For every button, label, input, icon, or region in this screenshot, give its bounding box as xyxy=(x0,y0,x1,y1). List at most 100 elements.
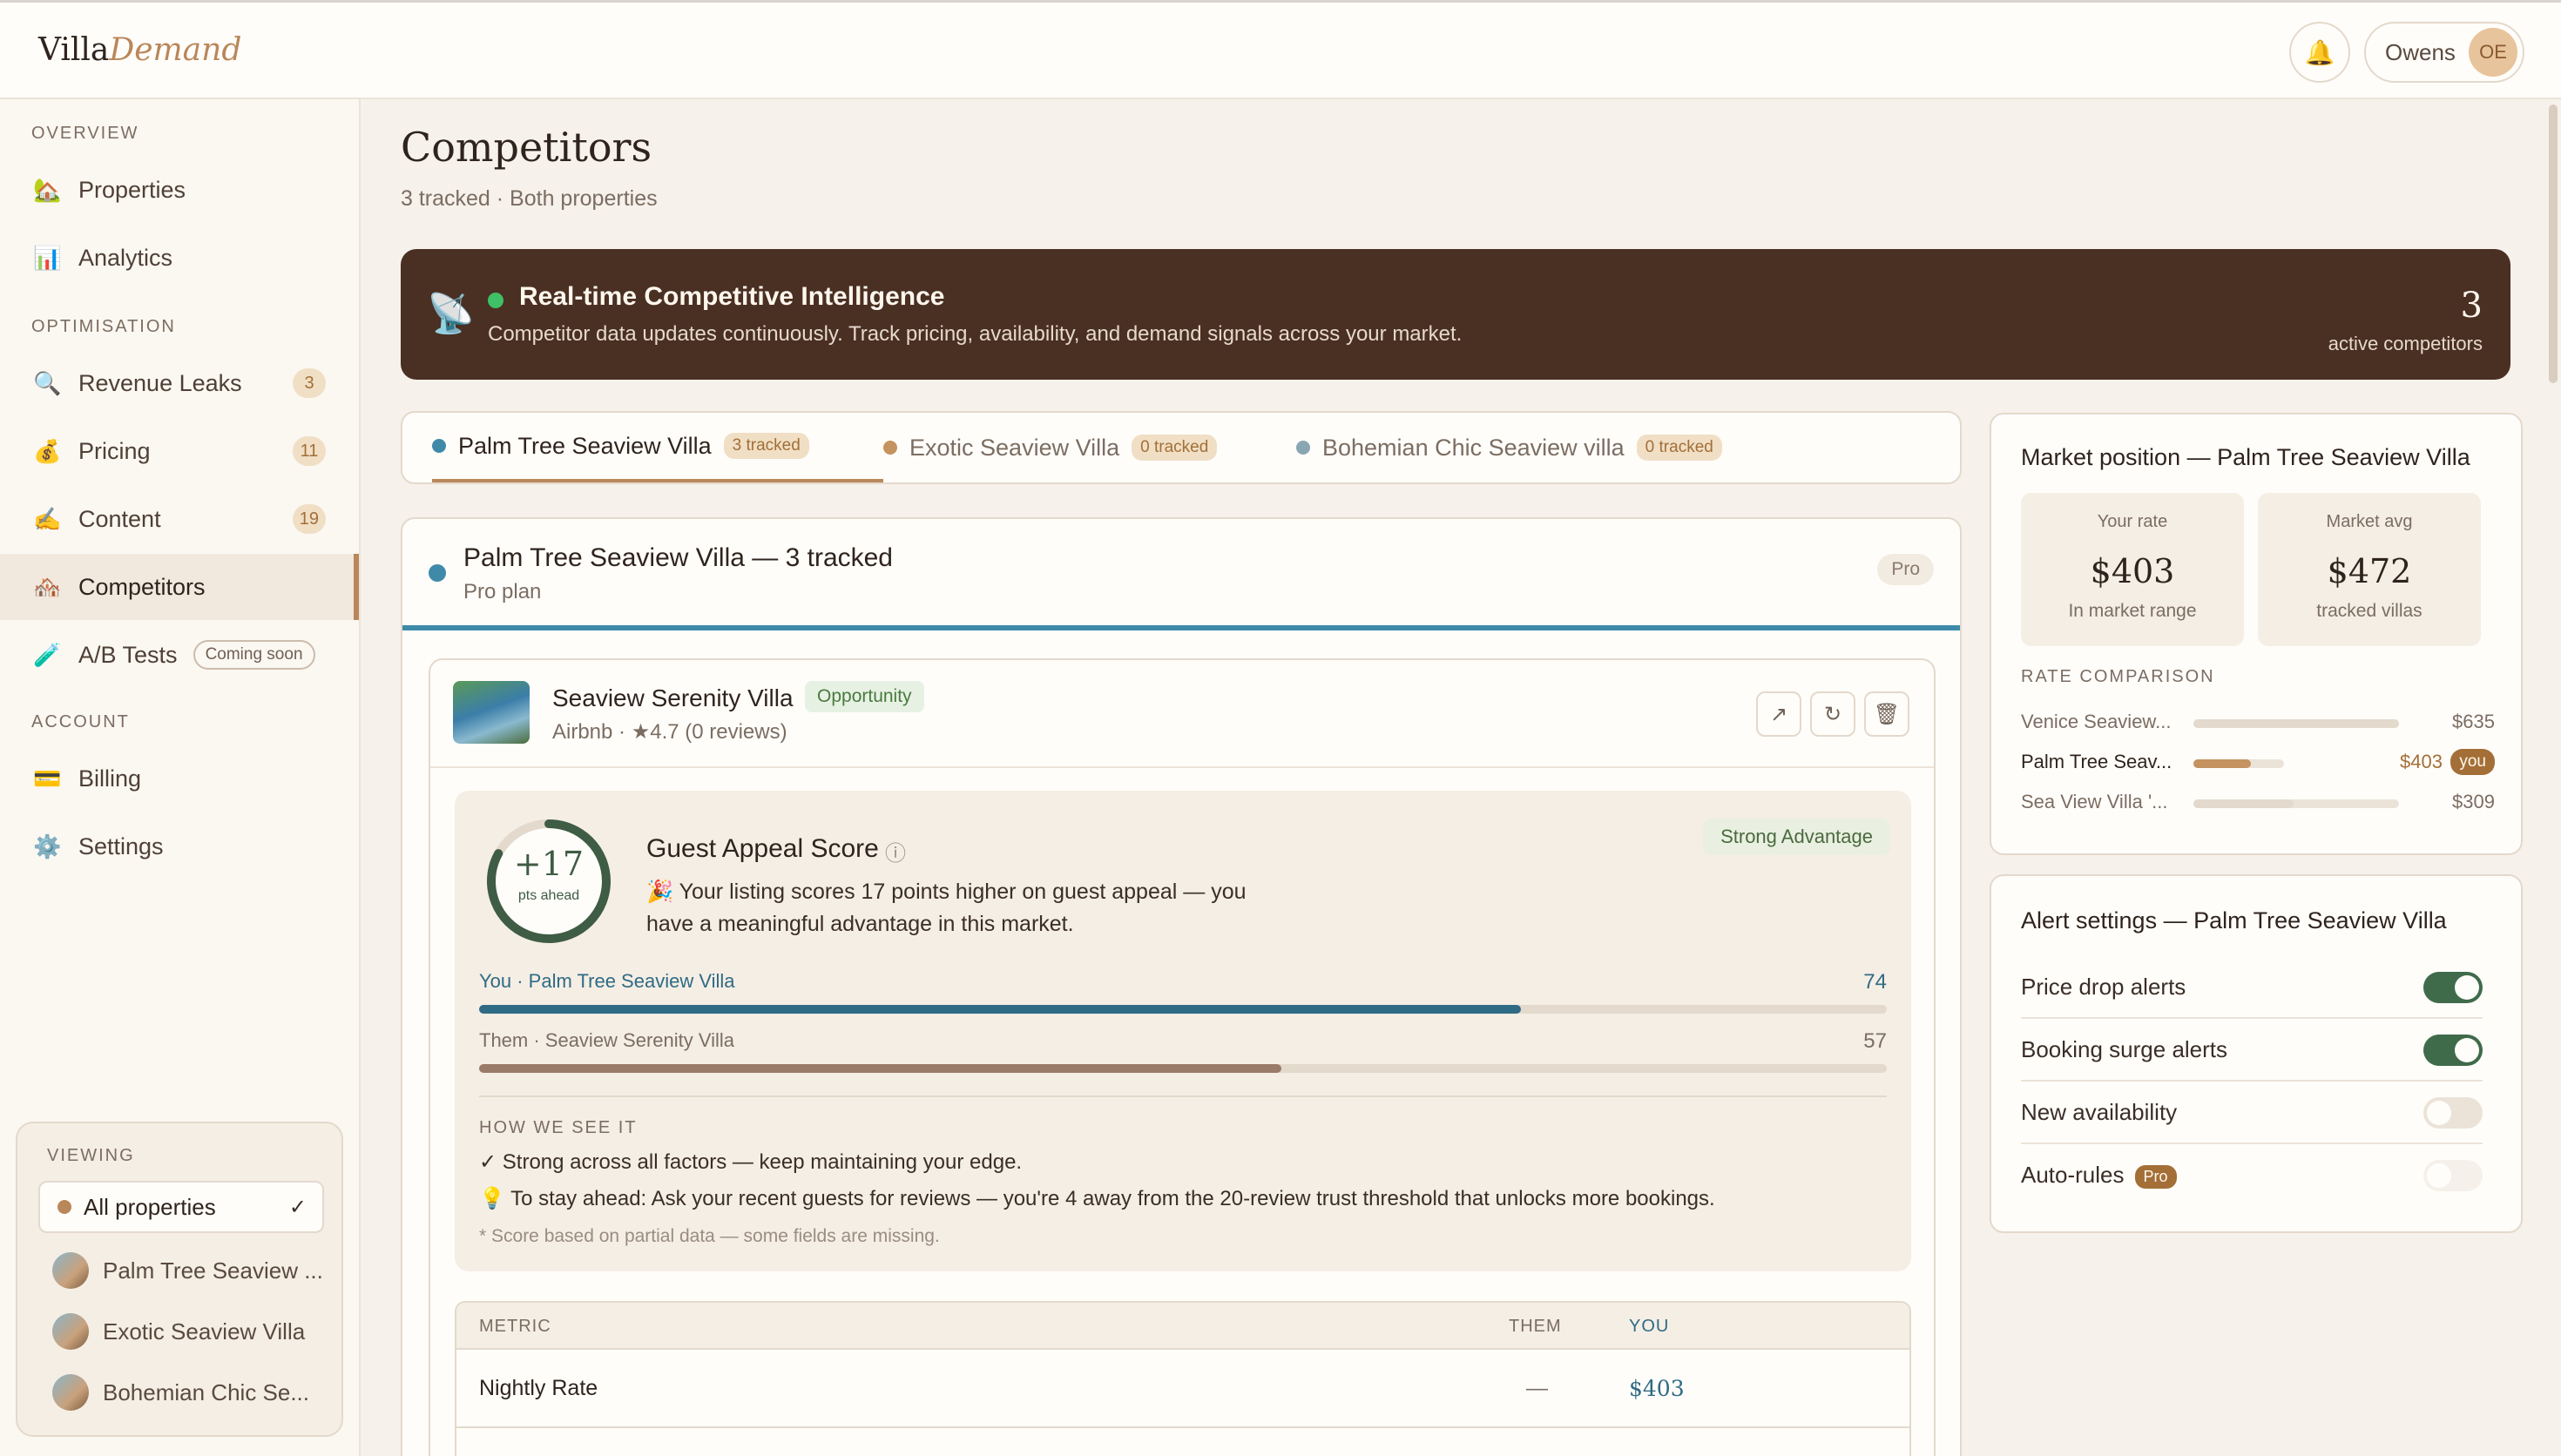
tab-palm-tree-seaview-villa[interactable]: Palm Tree Seaview Villa 3 tracked xyxy=(432,413,883,482)
notifications-button[interactable]: 🔔 xyxy=(2289,22,2350,83)
live-indicator xyxy=(488,293,503,308)
market-position-title: Market position — Palm Tree Seaview Vill… xyxy=(2021,444,2470,470)
opportunity-tag: Opportunity xyxy=(805,681,924,712)
active-competitors-label: active competitors xyxy=(2328,333,2483,354)
verdict-badge: Strong Advantage xyxy=(1703,819,1890,855)
you-badge: you xyxy=(2450,749,2495,775)
property-option[interactable]: Exotic Seaview Villa xyxy=(52,1313,305,1350)
alert-label: New availability xyxy=(2021,1099,2178,1125)
property-thumbnail xyxy=(52,1374,89,1411)
sidebar-item-content[interactable]: ✍️ Content 19 xyxy=(0,486,359,552)
your-rate-box: Your rate $403 In market range xyxy=(2021,493,2244,646)
all-properties-option[interactable]: All properties ✓ xyxy=(38,1181,324,1233)
price-drop-toggle[interactable] xyxy=(2423,972,2483,1003)
toggle-knob xyxy=(2427,1101,2451,1125)
property-label: Exotic Seaview Villa xyxy=(103,1318,306,1345)
active-competitors-count: 3 xyxy=(2460,286,2483,326)
property-dot xyxy=(57,1200,71,1214)
them-score-label: Them · Seaview Serenity Villa xyxy=(479,1029,735,1051)
you-score-label: You · Palm Tree Seaview Villa xyxy=(479,970,735,992)
delete-button[interactable]: 🗑 xyxy=(1864,691,1909,737)
property-label: Bohemian Chic Se... xyxy=(103,1378,310,1405)
count-badge: 19 xyxy=(292,504,326,534)
page-scrollbar[interactable] xyxy=(2549,104,2558,383)
booking-surge-toggle[interactable] xyxy=(2423,1035,2483,1066)
sidebar-item-competitors[interactable]: 🏘️ Competitors xyxy=(0,554,359,620)
them-score-fill xyxy=(479,1064,1282,1073)
auto-rules-toggle[interactable] xyxy=(2423,1160,2483,1191)
user-name: Owens xyxy=(2385,38,2456,65)
competitor-name: Seaview Serenity Villa xyxy=(552,684,794,711)
sidebar-item-properties[interactable]: 🏡 Properties xyxy=(0,157,359,223)
property-tabs: Palm Tree Seaview Villa 3 tracked Exotic… xyxy=(401,411,1962,484)
houses-icon: 🏘️ xyxy=(33,573,62,600)
gear-icon: ⚙️ xyxy=(33,832,62,859)
sidebar-item-ab-tests[interactable]: 🧪 A/B Tests Coming soon xyxy=(0,622,359,688)
alert-row-auto-rules: Auto-rules Pro xyxy=(2021,1144,2483,1207)
satellite-icon: 📡 xyxy=(427,293,475,335)
appeal-score-label: pts ahead xyxy=(517,888,580,903)
rate-row-track xyxy=(2193,799,2399,808)
top-bar: VillaDemand 🔔 Owens OE xyxy=(0,0,2561,99)
table-row: Nightly Rate — $403 xyxy=(456,1352,1909,1428)
external-link-icon: ↗ xyxy=(1769,702,1788,726)
market-avg-sub: tracked villas xyxy=(2316,601,2422,621)
property-option[interactable]: Bohemian Chic Se... xyxy=(52,1374,309,1411)
column-you: YOU xyxy=(1629,1317,1670,1336)
toggle-knob xyxy=(2455,1038,2479,1062)
toggle-knob xyxy=(2455,975,2479,1000)
sidebar-item-billing[interactable]: 💳 Billing xyxy=(0,745,359,812)
property-panel-title: Palm Tree Seaview Villa — 3 tracked xyxy=(463,543,893,572)
intelligence-banner: 📡 Real-time Competitive Intelligence Com… xyxy=(401,249,2510,380)
section-account: ACCOUNT xyxy=(31,712,130,731)
sidebar-item-revenue-leaks[interactable]: 🔍 Revenue Leaks 3 xyxy=(0,350,359,416)
alert-row-new-availability: New availability xyxy=(2021,1082,2483,1144)
rate-row-name: Sea View Villa '... xyxy=(2021,791,2168,812)
rate-row-fill xyxy=(2193,719,2399,728)
sidebar-item-label: Properties xyxy=(78,176,186,203)
tab-dot xyxy=(883,441,897,455)
rate-row-value: $309 xyxy=(2452,791,2495,812)
new-availability-toggle[interactable] xyxy=(2423,1097,2483,1129)
alert-settings-title: Alert settings — Palm Tree Seaview Villa xyxy=(2021,907,2447,934)
user-menu-button[interactable]: Owens OE xyxy=(2364,22,2524,83)
alert-label: Booking surge alerts xyxy=(2021,1036,2228,1062)
alert-row-booking-surge: Booking surge alerts xyxy=(2021,1019,2483,1082)
rate-row: Sea View Villa '... $309 xyxy=(2021,787,2495,819)
tab-dot xyxy=(1296,441,1310,455)
house-icon: 🏡 xyxy=(33,176,62,203)
appeal-score-value: +17 xyxy=(513,845,585,883)
rate-row-track xyxy=(2193,719,2399,728)
property-thumbnail xyxy=(52,1252,89,1289)
tab-badge: 3 tracked xyxy=(723,433,809,459)
appeal-description: 🎉 Your listing scores 17 points higher o… xyxy=(646,880,1247,936)
count-badge: 11 xyxy=(293,436,326,466)
metric-them-value: — xyxy=(1526,1376,1548,1400)
sidebar-item-label: Revenue Leaks xyxy=(78,369,242,396)
market-avg-box: Market avg $472 tracked villas xyxy=(2258,493,2481,646)
tab-badge: 0 tracked xyxy=(1636,435,1722,461)
market-position-card: Market position — Palm Tree Seaview Vill… xyxy=(1990,413,2523,855)
property-option[interactable]: Palm Tree Seaview ... xyxy=(52,1252,323,1289)
guest-appeal-panel: +17 pts ahead Guest Appeal Score ⓘ Stron… xyxy=(455,791,1911,1271)
trash-icon: 🗑 xyxy=(1873,702,1901,726)
metric-table-header: METRIC THEM YOU xyxy=(456,1303,1909,1350)
count-badge: 3 xyxy=(293,368,326,398)
info-icon[interactable]: ⓘ xyxy=(885,836,906,866)
pro-badge: Pro xyxy=(2134,1164,2177,1189)
refresh-button[interactable]: ↻ xyxy=(1810,691,1855,737)
logo[interactable]: VillaDemand xyxy=(38,32,241,68)
check-icon: ✓ xyxy=(288,1195,307,1219)
your-rate-label: Your rate xyxy=(2097,512,2168,531)
insight-strength: ✓ Strong across all factors — keep maint… xyxy=(479,1150,1023,1174)
tab-bohemian-chic-seaview-villa[interactable]: Bohemian Chic Seaview villa 0 tracked xyxy=(1296,413,1722,482)
rate-comparison-title: RATE COMPARISON xyxy=(2021,667,2215,686)
sidebar-item-settings[interactable]: ⚙️ Settings xyxy=(0,813,359,880)
open-link-button[interactable]: ↗ xyxy=(1756,691,1801,737)
sidebar-item-analytics[interactable]: 📊 Analytics xyxy=(0,225,359,291)
alert-row-price-drop: Price drop alerts xyxy=(2021,956,2483,1019)
sidebar-item-pricing[interactable]: 💰 Pricing 11 xyxy=(0,418,359,484)
market-avg-label: Market avg xyxy=(2326,512,2413,531)
tab-exotic-seaview-villa[interactable]: Exotic Seaview Villa 0 tracked xyxy=(883,413,1218,482)
how-we-see-it-title: HOW WE SEE IT xyxy=(479,1118,638,1137)
